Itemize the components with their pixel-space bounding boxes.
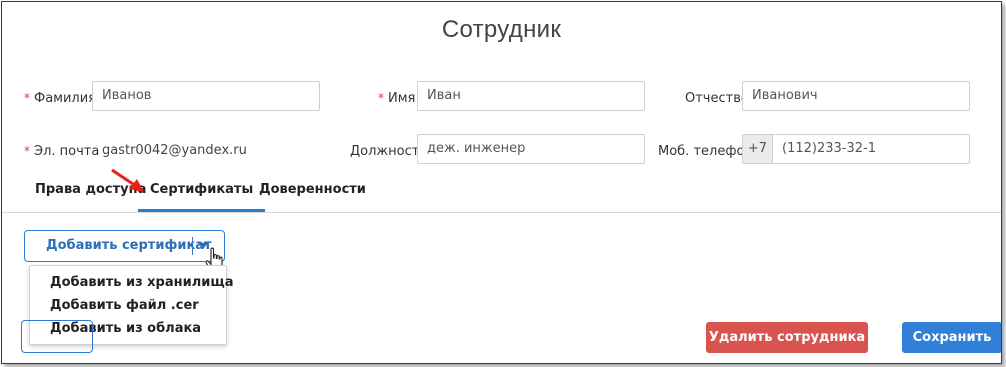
- position-input[interactable]: деж. инженер: [417, 134, 645, 164]
- patronymic-input[interactable]: Иванович: [742, 81, 970, 111]
- last-name-label: * Фамилия: [24, 91, 96, 106]
- first-name-label-text: Имя: [388, 91, 416, 106]
- employee-dialog: Сотрудник * Фамилия Иванов * Имя Иван Отче…: [1, 1, 1002, 364]
- split-divider: [192, 237, 193, 255]
- hidden-outline-button[interactable]: [21, 320, 93, 353]
- add-certificate-label: Добавить сертификат: [46, 238, 212, 253]
- patronymic-label: Отчество: [685, 91, 749, 106]
- add-certificate-button[interactable]: Добавить сертификат: [24, 230, 225, 262]
- tab-certificates[interactable]: Сертификаты: [138, 182, 266, 212]
- email-label: * Эл. почта: [24, 144, 99, 159]
- first-name-label: * Имя: [378, 91, 415, 106]
- menu-item-add-from-store[interactable]: Добавить из хранилища: [50, 275, 234, 290]
- last-name-input[interactable]: Иванов: [92, 81, 320, 111]
- phone-label: Моб. телефон: [658, 144, 753, 159]
- tab-powers-of-attorney[interactable]: Доверенности: [259, 182, 366, 209]
- first-name-input[interactable]: Иван: [417, 81, 645, 111]
- required-mark: *: [378, 91, 384, 105]
- tab-bar: Права доступа Сертификаты Доверенности: [2, 174, 1001, 213]
- last-name-label-text: Фамилия: [34, 91, 96, 106]
- delete-employee-button[interactable]: Удалить сотрудника: [706, 322, 868, 353]
- email-label-text: Эл. почта: [34, 144, 100, 159]
- required-mark: *: [24, 91, 30, 105]
- position-label: Должность: [350, 144, 427, 159]
- required-mark: *: [24, 144, 30, 158]
- page-title: Сотрудник: [441, 16, 562, 43]
- email-value: gastr0042@yandex.ru: [102, 143, 247, 158]
- phone-input[interactable]: (112)233-32-1: [772, 134, 970, 164]
- save-button[interactable]: Сохранить: [902, 322, 1001, 353]
- menu-item-add-cer-file[interactable]: Добавить файл .cer: [50, 298, 199, 313]
- red-arrow-icon: [111, 168, 144, 192]
- phone-country-code: +7: [742, 134, 772, 164]
